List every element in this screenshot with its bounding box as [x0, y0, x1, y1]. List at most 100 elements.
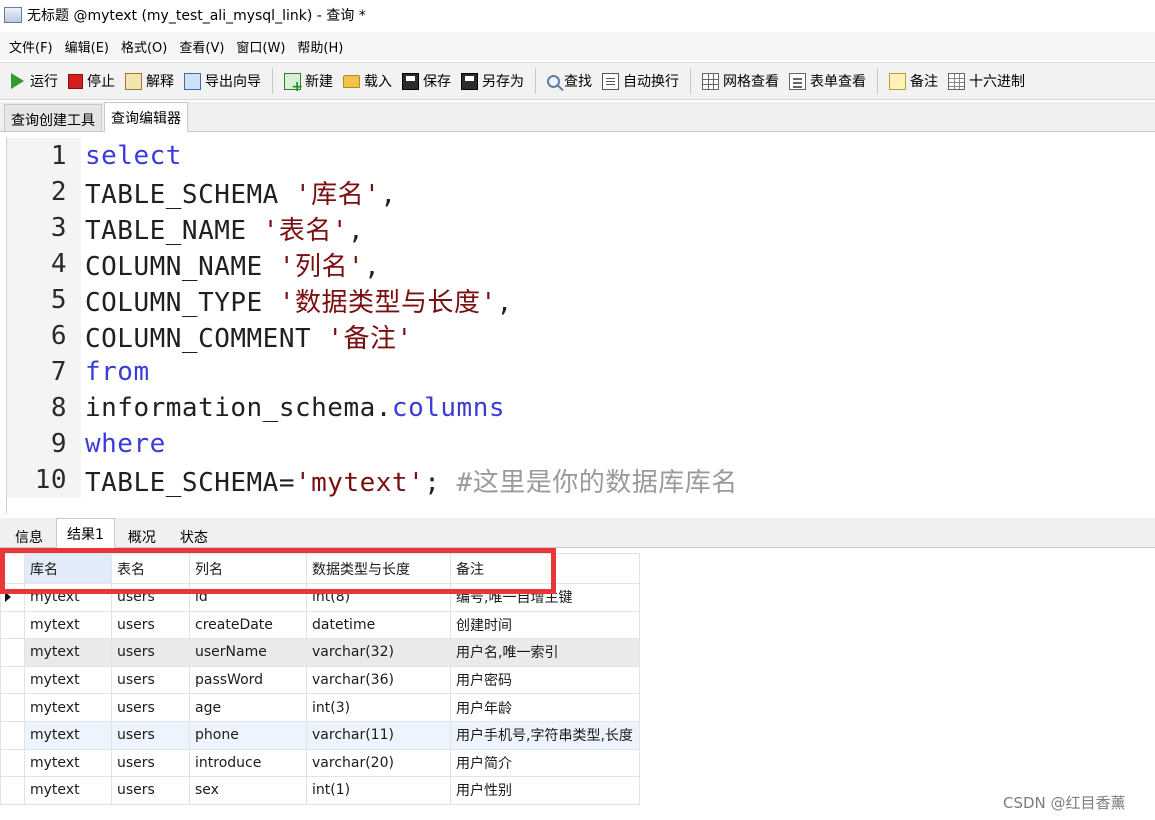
menu-edit[interactable]: 编辑(E)	[60, 34, 114, 59]
stop-button[interactable]: 停止	[63, 68, 120, 94]
table-cell[interactable]: 用户性别	[450, 776, 640, 805]
menu-format[interactable]: 格式(O)	[116, 34, 172, 59]
table-cell[interactable]: users	[111, 693, 190, 722]
tab-profile[interactable]: 概况	[117, 521, 167, 547]
run-button[interactable]: 运行	[6, 68, 63, 94]
table-cell[interactable]: 用户简介	[450, 748, 640, 778]
result-grid[interactable]: 库名 表名 列名 数据类型与长度 备注 mytext users id int(…	[0, 553, 1155, 820]
result-table: 库名 表名 列名 数据类型与长度 备注 mytext users id int(…	[0, 553, 640, 805]
column-header[interactable]: 数据类型与长度	[306, 553, 451, 584]
table-cell[interactable]: mytext	[24, 583, 112, 612]
row-header[interactable]	[0, 610, 25, 640]
row-header[interactable]	[0, 665, 25, 695]
table-cell[interactable]: varchar(32)	[306, 638, 451, 667]
tab-query-editor[interactable]: 查询编辑器	[104, 102, 188, 132]
export-wizard-button[interactable]: 导出向导	[179, 68, 266, 94]
table-cell[interactable]: createDate	[189, 610, 307, 640]
table-cell[interactable]: mytext	[24, 665, 112, 695]
table-row[interactable]: mytext users introduce varchar(20) 用户简介	[0, 748, 640, 778]
table-cell[interactable]: userName	[189, 638, 307, 667]
row-header[interactable]	[0, 583, 25, 612]
table-cell[interactable]: users	[111, 665, 190, 695]
column-header[interactable]: 表名	[111, 553, 190, 584]
note-button[interactable]: 备注	[884, 68, 943, 94]
grid-view-button[interactable]: 网格查看	[697, 68, 784, 94]
table-cell[interactable]: int(3)	[306, 693, 451, 722]
explain-button[interactable]: 解释	[120, 68, 179, 94]
table-cell[interactable]: users	[111, 748, 190, 778]
table-cell[interactable]: 创建时间	[450, 610, 640, 640]
table-row[interactable]: mytext users userName varchar(32) 用户名,唯一…	[0, 638, 640, 667]
new-query-button[interactable]: 新建	[279, 68, 338, 95]
table-cell[interactable]: datetime	[306, 610, 451, 640]
table-cell[interactable]: users	[111, 776, 190, 805]
sql-identifier: information_schema.	[85, 393, 392, 423]
table-cell[interactable]: varchar(20)	[306, 748, 451, 778]
app-window-icon	[4, 7, 22, 23]
row-header[interactable]	[0, 748, 25, 778]
column-header[interactable]: 库名	[24, 553, 112, 584]
row-header[interactable]	[0, 720, 25, 750]
table-row[interactable]: mytext users age int(3) 用户年龄	[0, 693, 640, 722]
menu-help[interactable]: 帮助(H)	[292, 34, 348, 59]
menu-bar: 文件(F) 编辑(E) 格式(O) 查看(V) 窗口(W) 帮助(H)	[0, 32, 1155, 60]
table-cell[interactable]: passWord	[189, 665, 307, 695]
word-wrap-button[interactable]: 自动换行	[597, 68, 684, 94]
row-header[interactable]	[0, 693, 25, 722]
save-button[interactable]: 保存	[397, 68, 456, 94]
row-header[interactable]	[0, 638, 25, 667]
table-row[interactable]: mytext users id int(8) 编号,唯一自增主键	[0, 583, 640, 612]
form-view-button[interactable]: 表单查看	[784, 68, 871, 94]
table-row[interactable]: mytext users sex int(1) 用户性别	[0, 776, 640, 805]
table-cell[interactable]: 用户年龄	[450, 693, 640, 722]
load-label: 载入	[364, 74, 392, 90]
tab-info[interactable]: 信息	[4, 521, 54, 547]
find-button[interactable]: 查找	[542, 68, 597, 94]
table-cell[interactable]: varchar(36)	[306, 665, 451, 695]
explain-icon	[125, 72, 142, 90]
table-cell[interactable]: mytext	[24, 748, 112, 778]
table-cell[interactable]: 用户密码	[450, 665, 640, 695]
table-cell[interactable]: mytext	[24, 776, 112, 805]
menu-window[interactable]: 窗口(W)	[231, 34, 290, 59]
table-cell[interactable]: mytext	[24, 693, 112, 722]
line-number: 2	[7, 174, 81, 210]
menu-file[interactable]: 文件(F)	[4, 34, 58, 59]
table-cell[interactable]: sex	[189, 776, 307, 805]
sql-keyword: where	[85, 429, 166, 459]
tab-result-1[interactable]: 结果1	[56, 518, 115, 548]
column-header[interactable]: 备注	[450, 553, 640, 584]
sql-string: 'mytext'	[295, 467, 425, 498]
table-cell[interactable]: introduce	[189, 748, 307, 778]
table-row[interactable]: mytext users createDate datetime 创建时间	[0, 610, 640, 640]
table-cell[interactable]: id	[189, 583, 307, 612]
row-header[interactable]	[0, 776, 25, 805]
table-cell[interactable]: int(1)	[306, 776, 451, 805]
table-cell[interactable]: phone	[189, 720, 307, 750]
table-cell[interactable]: int(8)	[306, 583, 451, 612]
sql-keyword: from	[85, 357, 150, 387]
table-cell[interactable]: mytext	[24, 610, 112, 640]
column-header[interactable]: 列名	[189, 553, 307, 584]
table-cell[interactable]: users	[111, 583, 190, 612]
save-as-button[interactable]: 另存为	[456, 68, 529, 94]
table-cell[interactable]: mytext	[24, 638, 112, 667]
tab-status[interactable]: 状态	[169, 521, 219, 547]
table-row[interactable]: mytext users passWord varchar(36) 用户密码	[0, 665, 640, 695]
table-cell[interactable]: varchar(11)	[306, 720, 451, 750]
table-row[interactable]: mytext users phone varchar(11) 用户手机号,字符串…	[0, 720, 640, 750]
table-cell[interactable]: users	[111, 638, 190, 667]
table-cell[interactable]: users	[111, 720, 190, 750]
tab-query-builder[interactable]: 查询创建工具	[4, 104, 102, 131]
table-cell[interactable]: 用户名,唯一索引	[450, 638, 640, 667]
table-cell[interactable]: mytext	[24, 720, 112, 750]
sql-editor[interactable]: 1 select 2 TABLE_SCHEMA '库名', 3 TABLE_NA…	[6, 137, 1155, 514]
load-button[interactable]: 载入	[338, 68, 397, 94]
table-cell[interactable]: age	[189, 693, 307, 722]
table-cell[interactable]: 用户手机号,字符串类型,长度	[450, 720, 640, 750]
sql-string: '库名'	[295, 179, 381, 210]
menu-view[interactable]: 查看(V)	[174, 34, 229, 59]
table-cell[interactable]: 编号,唯一自增主键	[450, 583, 640, 612]
hex-view-button[interactable]: 十六进制	[943, 68, 1030, 94]
table-cell[interactable]: users	[111, 610, 190, 640]
